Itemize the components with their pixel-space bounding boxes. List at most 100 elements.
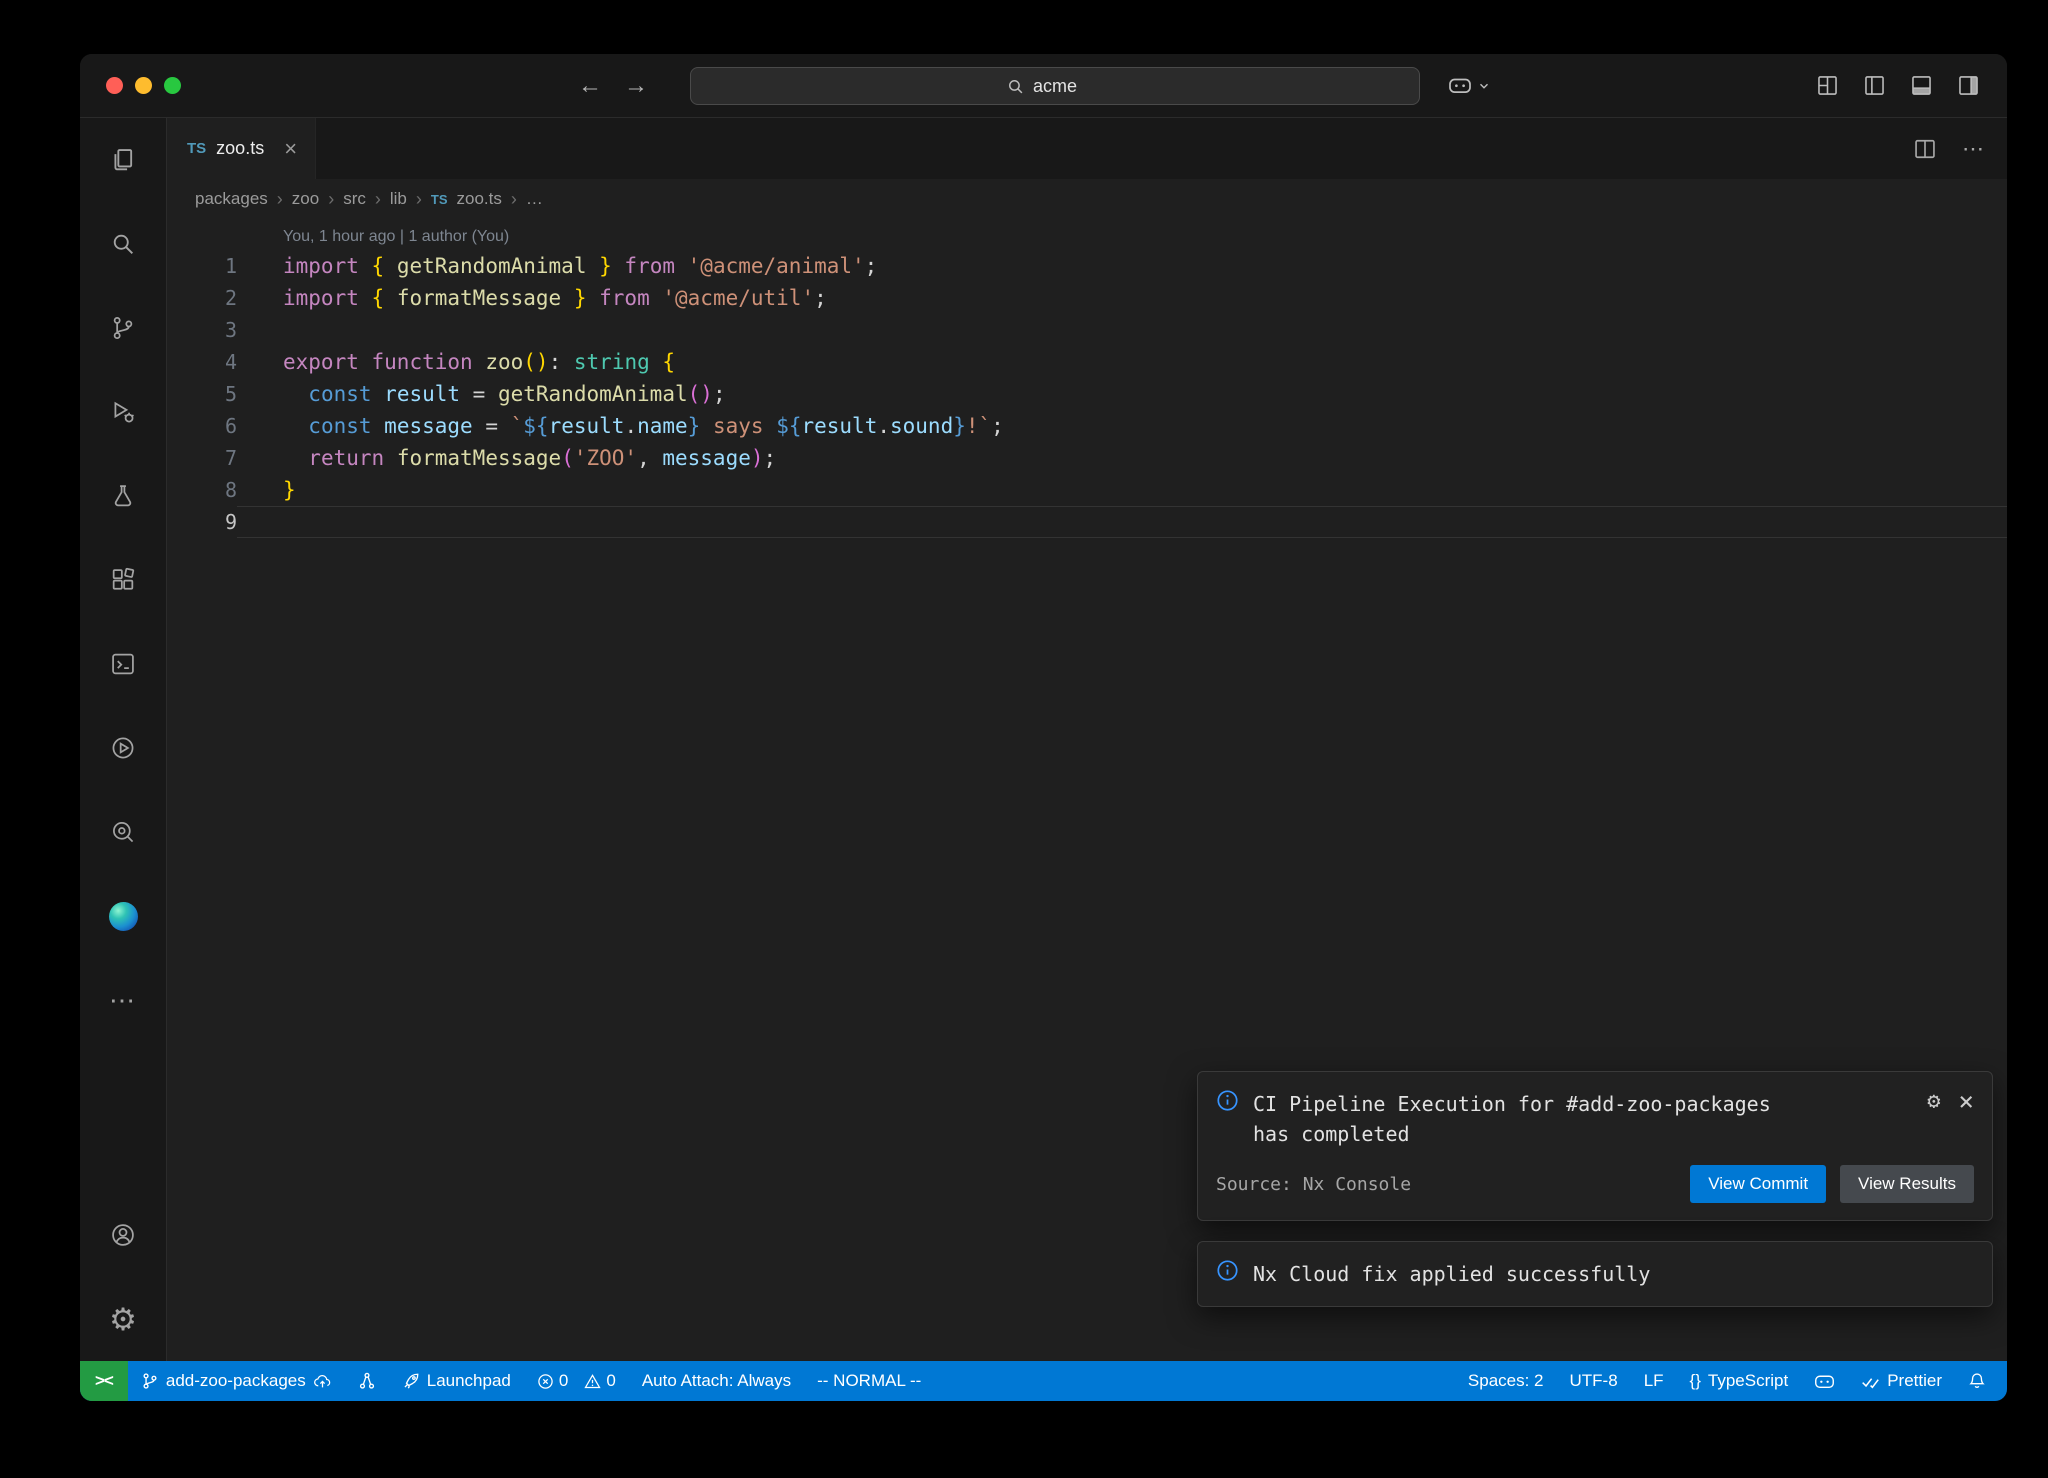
- nx-console-icon[interactable]: [80, 622, 166, 706]
- testing-icon[interactable]: [80, 454, 166, 538]
- code-line-text: const message = `${result.name} says ${r…: [237, 410, 2007, 442]
- code-line-text: }: [237, 474, 2007, 506]
- line-number: 8: [167, 474, 237, 506]
- launchpad-status-item[interactable]: Launchpad: [389, 1361, 524, 1401]
- source-control-icon[interactable]: [80, 286, 166, 370]
- toggle-panel-icon[interactable]: [1911, 75, 1932, 96]
- problems-status-item[interactable]: 0 0: [524, 1361, 629, 1401]
- breadcrumb-item[interactable]: src: [343, 189, 366, 209]
- formatter-status-item[interactable]: Prettier: [1848, 1361, 1955, 1401]
- customize-layout-icon[interactable]: [1817, 75, 1838, 96]
- code-line[interactable]: 6 const message = `${result.name} says $…: [167, 410, 2007, 442]
- notification-close-icon[interactable]: ×: [1958, 1089, 1974, 1115]
- settings-gear-icon[interactable]: ⚙: [80, 1277, 166, 1361]
- notifications-bell-status-item[interactable]: [1955, 1361, 1999, 1401]
- vim-mode-status-item[interactable]: -- NORMAL --: [804, 1361, 934, 1401]
- braces-icon: {}: [1690, 1371, 1701, 1391]
- edge-browser-icon[interactable]: [80, 874, 166, 958]
- play-circle-icon[interactable]: [80, 706, 166, 790]
- eol-status-item[interactable]: LF: [1631, 1361, 1677, 1401]
- more-actions-icon[interactable]: ⋯: [1962, 136, 1985, 162]
- chevron-right-icon: ›: [511, 189, 517, 210]
- view-commit-button[interactable]: View Commit: [1690, 1165, 1826, 1203]
- view-results-button[interactable]: View Results: [1840, 1165, 1974, 1203]
- search-input[interactable]: [1033, 76, 1103, 97]
- breadcrumb-item-symbol[interactable]: …: [526, 189, 543, 209]
- auto-attach-status-item[interactable]: Auto Attach: Always: [629, 1361, 804, 1401]
- language-mode-status-item[interactable]: {} TypeScript: [1677, 1361, 1802, 1401]
- language-label: TypeScript: [1708, 1371, 1788, 1391]
- info-icon: [1216, 1259, 1239, 1282]
- code-line[interactable]: 3: [167, 314, 2007, 346]
- code-line[interactable]: 5 const result = getRandomAnimal();: [167, 378, 2007, 410]
- line-number: 7: [167, 442, 237, 474]
- indentation-status-item[interactable]: Spaces: 2: [1455, 1361, 1557, 1401]
- code-line-text: [237, 506, 2007, 538]
- chevron-down-icon: [1477, 79, 1491, 93]
- notification-settings-gear-icon[interactable]: ⚙: [1927, 1091, 1940, 1113]
- code-line[interactable]: 9: [167, 506, 2007, 538]
- notification-message: CI Pipeline Execution for #add-zoo-packa…: [1253, 1089, 1793, 1149]
- chevron-right-icon: ›: [277, 189, 283, 210]
- search-icon: [1007, 78, 1024, 95]
- typescript-file-icon: TS: [431, 192, 448, 207]
- close-window-button[interactable]: [106, 77, 123, 94]
- code-line-text: const result = getRandomAnimal();: [237, 378, 2007, 410]
- split-editor-icon[interactable]: [1914, 138, 1936, 160]
- toggle-secondary-sidebar-icon[interactable]: [1958, 75, 1979, 96]
- vscode-window: ← →: [80, 54, 2007, 1401]
- window-controls: [106, 54, 181, 117]
- run-and-debug-icon[interactable]: [80, 370, 166, 454]
- code-line[interactable]: 2import { formatMessage } from '@acme/ut…: [167, 282, 2007, 314]
- chevron-right-icon: ›: [416, 189, 422, 210]
- accounts-icon[interactable]: [80, 1193, 166, 1277]
- explorer-icon[interactable]: [80, 118, 166, 202]
- code-line[interactable]: 4export function zoo(): string {: [167, 346, 2007, 378]
- warning-icon: [584, 1373, 601, 1390]
- command-center-search[interactable]: [690, 67, 1420, 105]
- chevron-right-icon: ›: [375, 189, 381, 210]
- chevron-right-icon: ›: [328, 189, 334, 210]
- vim-mode-label: -- NORMAL --: [817, 1371, 921, 1391]
- additional-views-icon[interactable]: ⋯: [80, 958, 166, 1042]
- extensions-icon[interactable]: [80, 538, 166, 622]
- git-blame-annotation: You, 1 hour ago | 1 author (You): [167, 223, 2007, 250]
- debug-visualizer-icon[interactable]: [80, 790, 166, 874]
- line-number: 2: [167, 282, 237, 314]
- line-number: 3: [167, 314, 237, 346]
- code-line[interactable]: 7 return formatMessage('ZOO', message);: [167, 442, 2007, 474]
- breadcrumb-item-file[interactable]: zoo.ts: [457, 189, 502, 209]
- tab-zoo-ts[interactable]: TS zoo.ts ×: [167, 118, 316, 179]
- branch-status-item[interactable]: add-zoo-packages: [128, 1361, 345, 1401]
- code-line-text: import { formatMessage } from '@acme/uti…: [237, 282, 2007, 314]
- git-branch-icon: [141, 1372, 159, 1390]
- tab-label: zoo.ts: [216, 138, 264, 159]
- minimize-window-button[interactable]: [135, 77, 152, 94]
- copilot-status-item[interactable]: [1801, 1361, 1848, 1401]
- breadcrumb-item[interactable]: zoo: [292, 189, 319, 209]
- copilot-menu-button[interactable]: [1448, 54, 1491, 117]
- close-tab-icon[interactable]: ×: [284, 138, 297, 160]
- breadcrumb-item[interactable]: lib: [390, 189, 407, 209]
- code-line-text: export function zoo(): string {: [237, 346, 2007, 378]
- history-forward-button[interactable]: →: [624, 72, 648, 100]
- breadcrumb-item[interactable]: packages: [195, 189, 268, 209]
- activity-bar: ⋯ ⚙: [80, 118, 167, 1361]
- zoom-window-button[interactable]: [164, 77, 181, 94]
- remote-indicator[interactable]: ><: [80, 1361, 128, 1401]
- encoding-status-item[interactable]: UTF-8: [1557, 1361, 1631, 1401]
- line-number: 9: [167, 506, 237, 538]
- line-number: 6: [167, 410, 237, 442]
- branch-name: add-zoo-packages: [166, 1371, 306, 1391]
- history-back-button[interactable]: ←: [578, 72, 602, 100]
- editor-tab-bar: TS zoo.ts × ⋯: [167, 118, 2007, 179]
- source-control-graph-status-item[interactable]: [345, 1361, 389, 1401]
- code-line[interactable]: 8}: [167, 474, 2007, 506]
- code-line[interactable]: 1import { getRandomAnimal } from '@acme/…: [167, 250, 2007, 282]
- search-view-icon[interactable]: [80, 202, 166, 286]
- line-number: 4: [167, 346, 237, 378]
- code-editor[interactable]: You, 1 hour ago | 1 author (You) 1import…: [167, 219, 2007, 1361]
- code-line-text: import { getRandomAnimal } from '@acme/a…: [237, 250, 2007, 282]
- launchpad-label: Launchpad: [427, 1371, 511, 1391]
- toggle-primary-sidebar-icon[interactable]: [1864, 75, 1885, 96]
